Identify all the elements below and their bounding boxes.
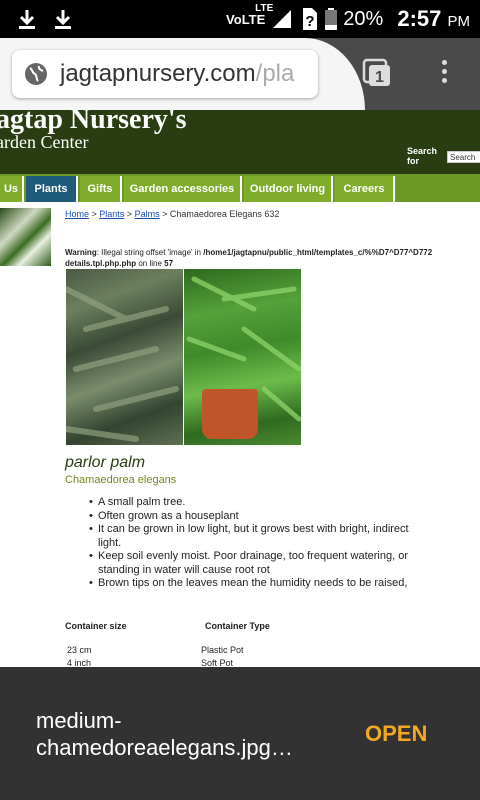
web-page: agtap Nursery's arden Center Search for S…: [0, 110, 480, 667]
table-cell: Soft Pot: [201, 658, 234, 667]
table-cell: 4 inch: [67, 658, 92, 667]
nav-item-outdoor-living[interactable]: Outdoor living: [244, 176, 333, 202]
table-header-container-type: Container Type: [205, 621, 270, 631]
list-item: Often grown as a houseplant: [89, 510, 428, 524]
status-bar: VoLTE LTE ? 20% 2:57 PM: [0, 0, 480, 38]
list-item: It can be grown in low light, but it gro…: [89, 523, 428, 550]
search-input[interactable]: Search: [447, 151, 480, 163]
network-label: VoLTE LTE: [226, 2, 274, 27]
tab-switcher-button[interactable]: 1: [362, 58, 392, 88]
battery-icon: [325, 8, 338, 30]
table-cell: 23 cm: [67, 645, 92, 655]
breadcrumb-plants[interactable]: Plants: [99, 209, 124, 219]
battery-percent: 20%: [343, 7, 384, 30]
open-button[interactable]: OPEN: [365, 721, 427, 747]
table-header-container-size: Container size: [65, 621, 127, 631]
nav-item-plants[interactable]: Plants: [26, 176, 78, 202]
plant-photo-1[interactable]: [66, 269, 183, 445]
breadcrumb-current: > Chamaedorea Elegans 632: [159, 209, 280, 219]
site-subtitle: arden Center: [0, 132, 89, 152]
breadcrumb: Home > Plants > Palms > Chamaedorea Eleg…: [65, 209, 280, 219]
sidebar-thumbnail[interactable]: [0, 208, 51, 266]
breadcrumb-home[interactable]: Home: [65, 209, 89, 219]
nav-item-us[interactable]: Us: [0, 176, 24, 202]
sim-unknown-icon: ?: [303, 8, 318, 30]
nav-item-careers[interactable]: Careers: [335, 176, 395, 202]
plant-pot-image: [202, 389, 258, 439]
nav-item-garden-accessories[interactable]: Garden accessories: [124, 176, 242, 202]
plant-common-name: parlor palm: [65, 454, 146, 471]
tab-count: 1: [375, 69, 384, 86]
url-text: jagtapnursery.com/pla: [60, 60, 295, 87]
table-cell: Plastic Pot: [201, 645, 244, 655]
plant-scientific-name: Chamaedorea elegans: [65, 474, 177, 486]
plant-care-list: A small palm tree. Often grown as a hous…: [89, 496, 428, 591]
download-filename: medium-chamedoreaelegans.jpg…: [36, 708, 293, 760]
list-item: A small palm tree.: [89, 496, 428, 510]
overflow-menu-button[interactable]: [434, 56, 454, 90]
download-snackbar: medium-chamedoreaelegans.jpg… OPEN: [0, 667, 480, 800]
list-item: Keep soil evenly moist. Poor drainage, t…: [89, 550, 428, 577]
site-header: agtap Nursery's arden Center Search for S…: [0, 110, 480, 174]
signal-icon: [273, 10, 292, 28]
search-label: Search for: [407, 146, 438, 166]
download-icon: [19, 10, 35, 29]
php-warning: Warning: Illegal string offset 'image' i…: [65, 248, 433, 268]
nav-item-gifts[interactable]: Gifts: [80, 176, 122, 202]
site-nav: Us Plants Gifts Garden accessories Outdo…: [0, 174, 480, 202]
download-icon: [55, 10, 71, 29]
list-item: Brown tips on the leaves mean the humidi…: [89, 577, 428, 591]
globe-icon: [25, 63, 47, 85]
svg-text:?: ?: [306, 13, 315, 30]
breadcrumb-palms[interactable]: Palms: [135, 209, 160, 219]
plant-photo-2[interactable]: [184, 269, 301, 445]
browser-toolbar: jagtapnursery.com/pla 1: [0, 38, 480, 110]
clock: 2:57 PM: [397, 6, 470, 31]
address-bar[interactable]: jagtapnursery.com/pla: [12, 50, 318, 98]
